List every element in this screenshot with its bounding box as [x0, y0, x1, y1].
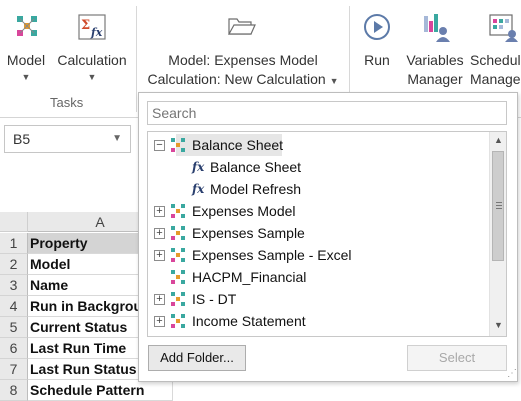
tree-item-label: Model Refresh [210, 181, 302, 197]
model-icon [171, 204, 185, 218]
expand-icon[interactable]: + [154, 294, 165, 305]
model-tree: − Balance Sheet fx Balance Sheet fx Mode… [147, 131, 507, 337]
add-folder-button[interactable]: Add Folder... [148, 345, 246, 371]
tree-item-calculation[interactable]: fx Balance Sheet [148, 156, 488, 178]
tree-item-label: HACPM_Financial [192, 269, 307, 285]
calculation-sigma-fx-icon: Σ fx [78, 14, 106, 40]
selector-model-label: Model: Expenses Model [168, 52, 318, 68]
tree-item-label: Income Statement [192, 313, 306, 329]
run-button[interactable]: Run [356, 10, 398, 90]
row-header[interactable]: 2 [0, 254, 28, 275]
grip-line [496, 202, 502, 203]
schedule-manager-button[interactable]: Schedule Manager [468, 10, 521, 90]
tree-item-model[interactable]: + Expenses Sample - Excel [148, 244, 488, 266]
tree-item-model[interactable]: HACPM_Financial [148, 266, 488, 288]
expand-icon[interactable]: + [154, 316, 165, 327]
tree-item-model[interactable]: + IS - DT [148, 288, 488, 310]
tree-item-label: Expenses Sample [192, 225, 305, 241]
folder-open-icon [227, 18, 256, 35]
tree-item-label: Expenses Model [192, 203, 296, 219]
tree-item-label: Balance Sheet [192, 137, 284, 153]
tree-item-model[interactable]: + Income Statement [148, 310, 488, 332]
row-header[interactable]: 7 [0, 359, 28, 380]
expand-icon[interactable]: + [154, 250, 165, 261]
search-input[interactable] [147, 101, 507, 125]
model-icon [17, 16, 37, 36]
chevron-down-icon: ▼ [329, 76, 339, 86]
row-header[interactable]: 3 [0, 275, 28, 296]
model-icon [171, 270, 185, 284]
tree-item-label: Balance Sheet [210, 159, 302, 175]
select-all-corner[interactable] [0, 212, 28, 232]
scroll-down-arrow-icon[interactable]: ▼ [494, 320, 503, 330]
selector-calculation-label: Calculation: New Calculation [147, 71, 326, 87]
tree-item-model[interactable]: − Balance Sheet [148, 134, 488, 156]
fx-calculation-icon: fx [192, 160, 205, 174]
expand-icon[interactable]: + [154, 228, 165, 239]
row-header[interactable]: 5 [0, 317, 28, 338]
variables-icon [424, 14, 450, 42]
row-header[interactable]: 4 [0, 296, 28, 317]
grip-line [496, 205, 502, 206]
tree-item-model[interactable]: + Expenses Model [148, 200, 488, 222]
tasks-group-label: Tasks [50, 95, 84, 110]
svg-text:fx: fx [90, 26, 103, 39]
row-header[interactable]: 8 [0, 380, 28, 401]
model-icon [171, 226, 185, 240]
tree-item-label: IS - DT [192, 291, 237, 307]
table-cell[interactable]: Schedule Pattern [28, 380, 173, 401]
model-calculation-selector[interactable]: Model: Expenses Model Calculation: New C… [140, 10, 346, 90]
tree-item-calculation[interactable]: fx Model Refresh [148, 178, 488, 200]
scroll-up-arrow-icon[interactable]: ▲ [494, 135, 503, 145]
ribbon-separator [136, 6, 137, 112]
row-header[interactable]: 6 [0, 338, 28, 359]
name-box-value: B5 [13, 131, 31, 147]
grip-line [496, 208, 502, 209]
variables-manager-label: Manager [407, 71, 463, 87]
expand-icon[interactable]: + [154, 206, 165, 217]
chevron-down-icon: ▼ [112, 133, 122, 144]
schedule-manager-label: Manager [470, 71, 521, 87]
name-box[interactable]: B5 ▼ [4, 125, 131, 153]
play-circle-icon [364, 14, 390, 40]
schedule-icon [489, 14, 518, 42]
schedule-label: Schedule [470, 52, 521, 68]
resize-grip-icon[interactable]: ⋰ [507, 368, 517, 379]
scrollbar-thumb[interactable] [492, 151, 504, 261]
select-button[interactable]: Select [407, 345, 507, 371]
svg-text:Σ: Σ [81, 18, 90, 33]
model-icon [171, 292, 185, 306]
calculation-button[interactable]: Σ fx Calculation ▼ [52, 10, 132, 90]
chevron-down-icon: ▼ [87, 72, 97, 82]
variables-manager-button[interactable]: Variables Manager [402, 10, 468, 90]
tree-item-label: Expenses Sample - Excel [192, 247, 352, 263]
model-calculation-popup: − Balance Sheet fx Balance Sheet fx Mode… [138, 92, 518, 382]
variables-label: Variables [406, 52, 464, 68]
tree-item-model[interactable]: + Expenses Sample [148, 222, 488, 244]
run-button-label: Run [364, 52, 390, 68]
model-button[interactable]: Model ▼ [2, 10, 50, 90]
chevron-down-icon: ▼ [21, 72, 31, 82]
fx-calculation-icon: fx [192, 182, 205, 196]
model-icon [171, 314, 185, 328]
calculation-button-label: Calculation [57, 52, 127, 68]
collapse-icon[interactable]: − [154, 140, 165, 151]
model-button-label: Model [6, 52, 46, 68]
model-icon [171, 248, 185, 262]
row-header[interactable]: 1 [0, 233, 28, 254]
vertical-scrollbar[interactable]: ▲ ▼ [489, 132, 506, 336]
model-icon [171, 138, 185, 152]
